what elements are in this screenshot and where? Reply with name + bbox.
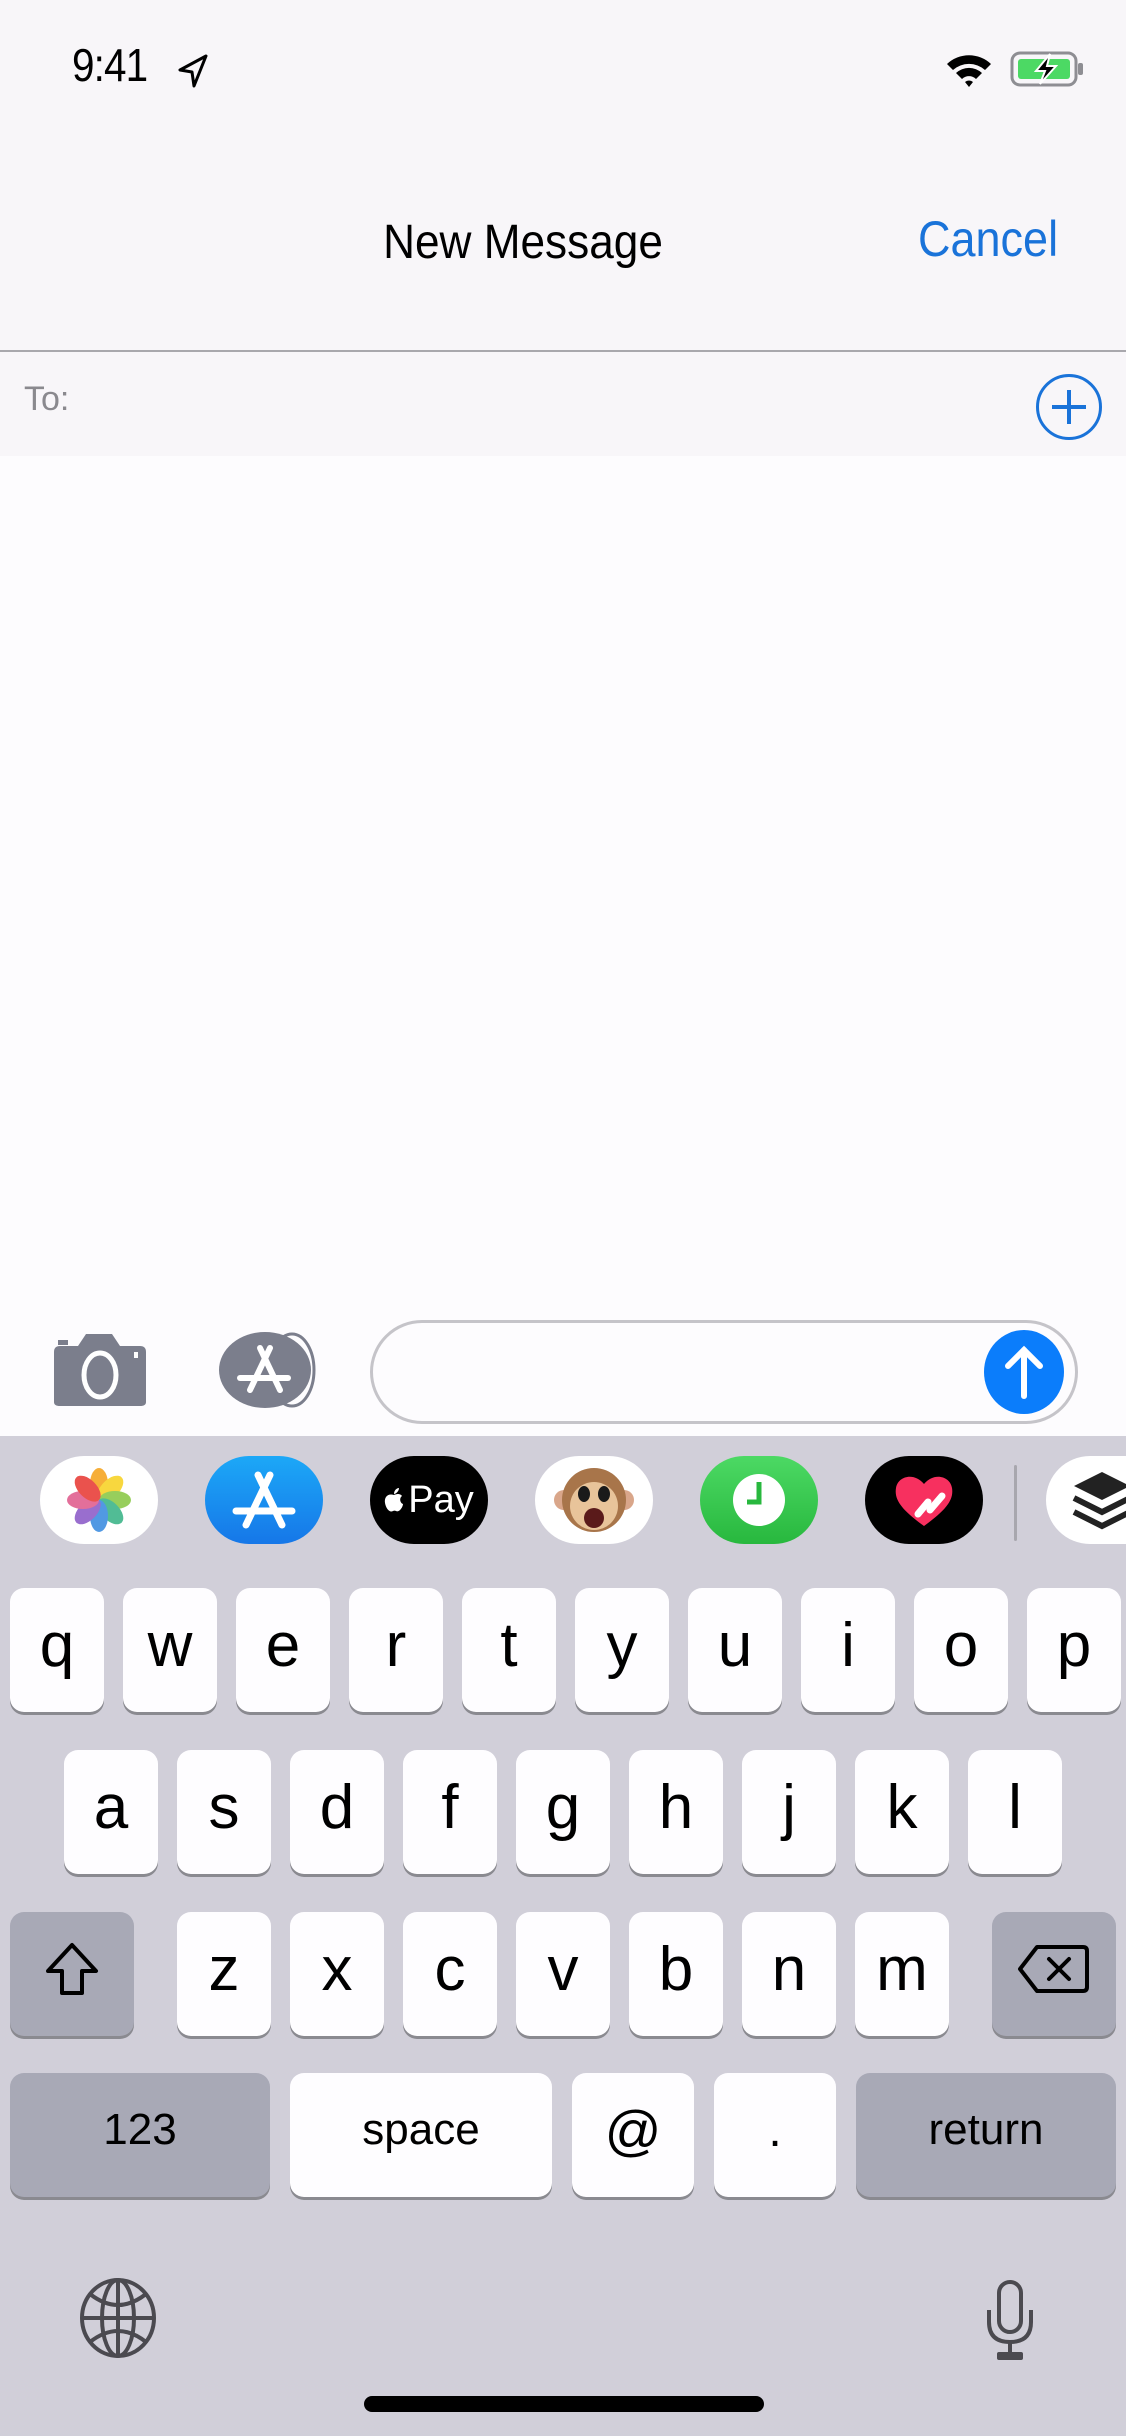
layers-icon [1072, 1472, 1126, 1530]
key-n[interactable]: n [742, 1912, 836, 2036]
heart-touch-icon [895, 1476, 953, 1526]
key-m[interactable]: m [855, 1912, 949, 2036]
key-u[interactable]: u [688, 1588, 782, 1712]
key-h[interactable]: h [629, 1750, 723, 1874]
status-time: 9:41 [72, 39, 148, 91]
clock-icon [733, 1474, 785, 1526]
key-l[interactable]: l [968, 1750, 1062, 1874]
key-d[interactable]: d [290, 1750, 384, 1874]
camera-button[interactable] [50, 1330, 148, 1408]
key-y[interactable]: y [575, 1588, 669, 1712]
microphone-icon [987, 2280, 1033, 2360]
app-store-icon [232, 1471, 296, 1529]
wifi-icon [947, 55, 991, 87]
cancel-button[interactable]: Cancel [918, 210, 1058, 268]
key-x[interactable]: x [290, 1912, 384, 2036]
monkey-animoji-icon [554, 1468, 634, 1532]
at-key[interactable]: @ [572, 2073, 694, 2197]
apple-pay-label: Pay [408, 1478, 474, 1521]
key-g[interactable]: g [516, 1750, 610, 1874]
app-photos[interactable] [40, 1456, 158, 1544]
divider [1014, 1465, 1017, 1541]
shift-icon [46, 1943, 98, 1995]
apple-pay-icon [385, 1488, 404, 1512]
key-j[interactable]: j [742, 1750, 836, 1874]
key-q[interactable]: q [10, 1588, 104, 1712]
space-key[interactable]: space [290, 2073, 552, 2197]
home-indicator[interactable] [364, 2396, 764, 2412]
delete-icon [1018, 1945, 1089, 1993]
globe-icon [80, 2278, 156, 2358]
arrow-up-icon [1005, 1345, 1043, 1399]
key-s[interactable]: s [177, 1750, 271, 1874]
key-o[interactable]: o [914, 1588, 1008, 1712]
location-arrow-icon [178, 54, 208, 88]
app-clock[interactable] [700, 1456, 818, 1544]
key-w[interactable]: w [123, 1588, 217, 1712]
key-t[interactable]: t [462, 1588, 556, 1712]
message-input[interactable] [400, 1330, 970, 1414]
key-r[interactable]: r [349, 1588, 443, 1712]
app-animoji[interactable] [535, 1456, 653, 1544]
key-f[interactable]: f [403, 1750, 497, 1874]
key-c[interactable]: c [403, 1912, 497, 2036]
app-apple-pay[interactable]: Pay [370, 1456, 488, 1544]
key-v[interactable]: v [516, 1912, 610, 2036]
to-label: To: [24, 380, 70, 418]
shift-key[interactable] [10, 1912, 134, 2036]
battery-charging-icon [1010, 51, 1083, 87]
apps-button[interactable] [210, 1330, 320, 1410]
app-digital-touch[interactable] [865, 1456, 983, 1544]
return-key[interactable]: return [856, 2073, 1116, 2197]
period-key[interactable]: . [714, 2073, 836, 2197]
app-store-icon [219, 1332, 316, 1408]
recipient-input[interactable] [90, 366, 1010, 440]
key-b[interactable]: b [629, 1912, 723, 2036]
globe-button[interactable] [76, 2276, 160, 2360]
photos-icon [67, 1468, 131, 1532]
camera-icon [54, 1334, 146, 1406]
app-app-store[interactable] [205, 1456, 323, 1544]
dictation-button[interactable] [980, 2278, 1040, 2362]
key-k[interactable]: k [855, 1750, 949, 1874]
page-title: New Message [383, 216, 663, 269]
numbers-key[interactable]: 123 [10, 2073, 270, 2197]
key-a[interactable]: a [64, 1750, 158, 1874]
key-z[interactable]: z [177, 1912, 271, 2036]
add-contact-button[interactable] [1036, 374, 1102, 440]
delete-key[interactable] [992, 1912, 1116, 2036]
send-button[interactable] [984, 1330, 1064, 1414]
key-p[interactable]: p [1027, 1588, 1121, 1712]
key-i[interactable]: i [801, 1588, 895, 1712]
message-thread-area [0, 456, 1126, 1316]
app-stack[interactable] [1046, 1456, 1126, 1544]
key-e[interactable]: e [236, 1588, 330, 1712]
